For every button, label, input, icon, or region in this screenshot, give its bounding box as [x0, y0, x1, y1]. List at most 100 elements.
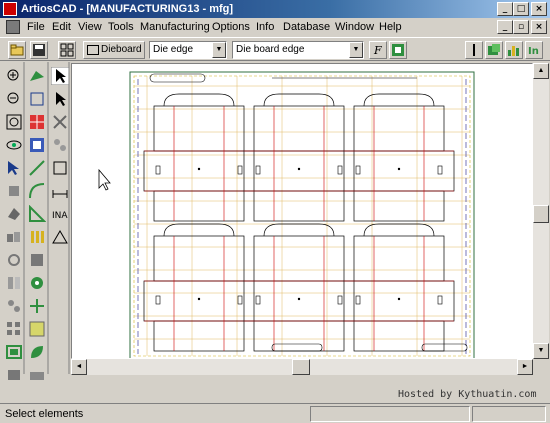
layout-button[interactable]: [58, 41, 76, 59]
menu-edit[interactable]: Edit: [52, 20, 71, 34]
polygon-icon[interactable]: [5, 205, 23, 223]
flap-cut: [363, 223, 435, 237]
scroll-right-button[interactable]: ►: [517, 359, 533, 375]
cross-tool-icon[interactable]: [51, 113, 69, 131]
slot-cut: [437, 295, 443, 305]
menu-database[interactable]: Database: [283, 20, 330, 34]
close-icon: ×: [535, 4, 543, 14]
drawing-canvas[interactable]: [71, 63, 533, 359]
scroll-left-button[interactable]: ◄: [71, 359, 87, 375]
menu-window[interactable]: Window: [335, 20, 374, 34]
tree-tool-icon[interactable]: [28, 251, 46, 269]
grid-tool-icon[interactable]: [28, 320, 46, 338]
edge-select[interactable]: Die board edge ▼: [232, 41, 364, 59]
angle-tool-icon[interactable]: [28, 205, 46, 223]
array-icon[interactable]: [5, 320, 23, 338]
app-icon: [3, 2, 17, 16]
pointer-button[interactable]: [465, 41, 483, 59]
manufacturing-layout-drawing: [98, 71, 475, 358]
zoom-out-icon[interactable]: [5, 90, 23, 108]
move-icon[interactable]: [28, 90, 46, 108]
red-grid-icon[interactable]: [28, 113, 46, 131]
close-button[interactable]: ×: [531, 2, 547, 16]
save-button[interactable]: [30, 41, 48, 59]
slot-cut: [237, 165, 243, 175]
minimize-button[interactable]: _: [497, 2, 513, 16]
group-icon[interactable]: [5, 297, 23, 315]
chart-button[interactable]: [505, 41, 523, 59]
document-icon[interactable]: [6, 20, 20, 34]
properties-button[interactable]: [389, 41, 407, 59]
scroll-up-button[interactable]: ▲: [533, 63, 549, 79]
plus-tool-icon[interactable]: [28, 297, 46, 315]
mirror-icon[interactable]: [5, 274, 23, 292]
triangle-tool-icon[interactable]: [51, 228, 69, 246]
pattern-tool-icon[interactable]: [28, 366, 46, 384]
child-minimize-button[interactable]: _: [497, 20, 513, 34]
end-cut: [421, 343, 468, 352]
panel-cut: [353, 105, 445, 152]
open-folder-icon: [10, 44, 24, 56]
dots-tool-icon[interactable]: [51, 136, 69, 154]
zoom-in-icon[interactable]: [5, 67, 23, 85]
dieboard-icon: [87, 45, 99, 55]
svg-text:INA: INA: [52, 211, 68, 221]
function-button[interactable]: F: [369, 41, 387, 59]
window-title: ArtiosCAD - [MANUFACTURING13 - mfg]: [21, 3, 234, 15]
tool-palette: INA: [0, 62, 70, 402]
chevron-down-icon[interactable]: ▼: [212, 42, 226, 58]
stack-icon[interactable]: [5, 366, 23, 384]
panel-cut: [243, 280, 355, 322]
vertical-scrollbar[interactable]: ▲ ▼: [533, 63, 549, 359]
info-button[interactable]: In: [525, 41, 543, 59]
layer-button[interactable]: [485, 41, 503, 59]
arc-tool-icon[interactable]: [28, 182, 46, 200]
menu-options[interactable]: Options: [212, 20, 250, 34]
flap-cut: [163, 223, 235, 237]
layer-select[interactable]: Die edge ▼: [149, 41, 227, 59]
arrow-select-alt-icon[interactable]: [51, 90, 69, 108]
blocks-icon[interactable]: [5, 228, 23, 246]
menu-view[interactable]: View: [78, 20, 102, 34]
select-icon[interactable]: [5, 159, 23, 177]
horizontal-scroll-thumb[interactable]: [292, 359, 310, 375]
zoom-fit-icon[interactable]: [5, 113, 23, 131]
arrow-select-icon[interactable]: [51, 67, 69, 85]
svg-text:In: In: [528, 46, 539, 57]
maximize-button[interactable]: □: [513, 2, 529, 16]
watermark-text: Hosted by Kythuatin.com: [398, 389, 537, 400]
gear-tool-icon[interactable]: [28, 274, 46, 292]
dimension-tool-icon[interactable]: [51, 159, 69, 177]
view-icon[interactable]: [5, 136, 23, 154]
pointer-icon: [473, 44, 475, 56]
horizontal-scrollbar[interactable]: ◄ ►: [71, 359, 533, 375]
rotate-icon[interactable]: [5, 251, 23, 269]
open-button[interactable]: [8, 41, 26, 59]
green-shape-icon[interactable]: [28, 67, 46, 85]
measure-tool-icon[interactable]: [51, 182, 69, 200]
blue-grid-icon[interactable]: [28, 136, 46, 154]
slot-cut: [255, 165, 261, 175]
scroll-down-button[interactable]: ▼: [533, 343, 549, 359]
svg-text:F: F: [373, 44, 382, 57]
bars-tool-icon[interactable]: [28, 228, 46, 246]
leaf-tool-icon[interactable]: [28, 343, 46, 361]
nest-icon[interactable]: [5, 343, 23, 361]
vertical-scroll-thumb[interactable]: [533, 205, 549, 223]
panel-cut: [353, 320, 445, 352]
artioscad-window: ArtiosCAD - [MANUFACTURING13 - mfg] _ □ …: [0, 0, 550, 423]
menu-file[interactable]: File: [27, 20, 45, 34]
line-tool-icon[interactable]: [28, 159, 46, 177]
slot-cut: [355, 295, 361, 305]
child-restore-button[interactable]: ▫: [513, 20, 529, 34]
ina-tool-icon[interactable]: INA: [51, 205, 69, 223]
menu-tools[interactable]: Tools: [108, 20, 134, 34]
menu-manufacturing[interactable]: Manufacturing: [140, 20, 210, 34]
menu-info[interactable]: Info: [256, 20, 274, 34]
chevron-down-icon[interactable]: ▼: [349, 42, 363, 58]
dieboard-button[interactable]: Dieboard: [83, 41, 145, 59]
menu-help[interactable]: Help: [379, 20, 402, 34]
child-close-button[interactable]: ×: [531, 20, 547, 34]
cube-icon[interactable]: [5, 182, 23, 200]
panel-cut: [243, 150, 355, 192]
